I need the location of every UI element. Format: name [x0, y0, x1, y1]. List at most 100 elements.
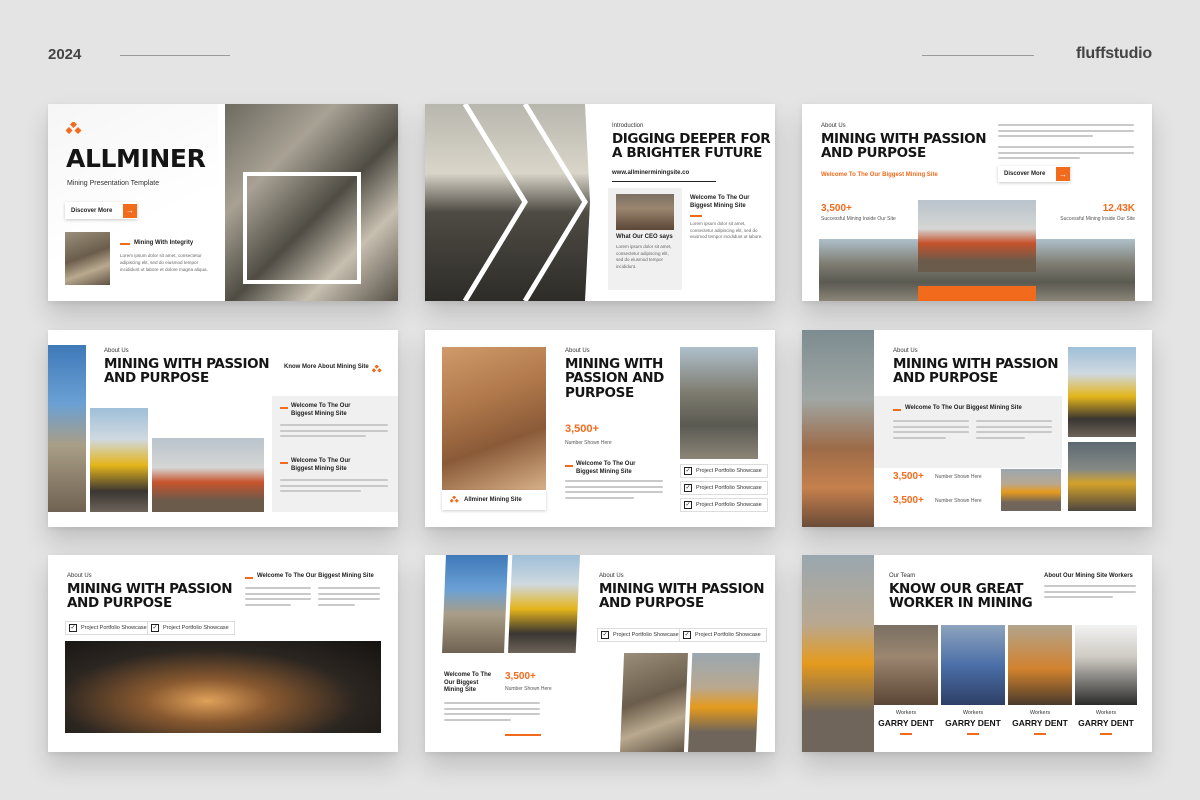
- site-url[interactable]: www.allminerminingsite.co: [612, 170, 689, 176]
- about-title: MINING WITH PASSION AND PURPOSE: [565, 356, 664, 401]
- worker-role: Workers: [1029, 710, 1051, 716]
- item-title: Welcome To The Our Biggest Mining Site: [291, 403, 351, 417]
- excavator-photo: [1001, 469, 1061, 511]
- about-title: MINING WITH PASSION AND PURPOSE: [67, 581, 233, 612]
- checklist-item[interactable]: ✓ Project Portfolio Showcase: [147, 621, 235, 635]
- worker-photo: [941, 625, 1005, 705]
- loader-photo: [688, 653, 760, 752]
- excavator-photo: [620, 653, 688, 752]
- about-title: MINING WITH PASSION AND PURPOSE: [821, 131, 987, 162]
- stat-label: Successful Mining Inside Our Site: [821, 216, 896, 222]
- cover-subtitle: Mining Presentation Template: [67, 180, 160, 187]
- accent-bar: [280, 462, 288, 464]
- paragraph-lines: [245, 587, 311, 609]
- paragraph-lines: [976, 420, 1052, 442]
- worker-name: GARRY DENT: [945, 718, 1001, 728]
- worker-name: GARRY DENT: [1012, 718, 1068, 728]
- stat-label: Number Shown Here: [505, 686, 552, 692]
- welcome-title: Welcome To The Our Biggest Mining Site: [905, 405, 1022, 411]
- paragraph-lines: [565, 480, 663, 502]
- checklist-item[interactable]: ✓ Project Portfolio Showcase: [680, 464, 768, 478]
- eyebrow: About Us: [821, 123, 846, 129]
- worker-role: Workers: [1095, 710, 1117, 716]
- checklist-item[interactable]: ✓ Project Portfolio Showcase: [680, 481, 768, 495]
- worker-photo: [1075, 625, 1137, 705]
- eyebrow: About Us: [67, 573, 92, 579]
- worker-photo: [1008, 625, 1072, 705]
- canyon-photo: [802, 330, 874, 527]
- eyebrow: Introduction: [612, 123, 644, 129]
- excavator-photo: [918, 200, 1036, 272]
- eyebrow: About Us: [104, 348, 129, 354]
- check-icon: ✓: [684, 484, 692, 492]
- slide-team[interactable]: Our Team KNOW OUR GREAT WORKER IN MINING…: [802, 555, 1152, 752]
- accent-bar: [690, 215, 702, 217]
- stat-value: 3,500+: [821, 203, 852, 214]
- tall-mine-photo: [48, 345, 86, 512]
- slide-about-tunnel[interactable]: About Us MINING WITH PASSION AND PURPOSE…: [48, 555, 398, 752]
- welcome-title: Welcome To The Our Biggest Mining Site: [821, 172, 938, 178]
- slide-about-checklist[interactable]: Allminer Mining Site About Us MINING WIT…: [425, 330, 775, 527]
- ceo-photo: [616, 194, 674, 230]
- url-underline: [612, 181, 716, 182]
- orange-block: [918, 286, 1036, 301]
- slide-cover[interactable]: ALLMINER Mining Presentation Template Di…: [48, 104, 398, 301]
- accent-bar: [893, 409, 901, 411]
- stat-label: Number Shown Here: [935, 498, 982, 504]
- stat-value: 3,500+: [505, 671, 536, 682]
- button-label: Discover More: [1004, 171, 1046, 177]
- checklist-item[interactable]: ✓ Project Portfolio Showcase: [597, 628, 685, 642]
- photo-frame: [243, 172, 361, 284]
- wheel-photo: [1068, 442, 1136, 511]
- worker-role: Workers: [895, 710, 917, 716]
- brand-name: fluffstudio: [1076, 45, 1152, 62]
- accent-bar: [967, 733, 979, 735]
- excavator-photo: [65, 232, 110, 285]
- item-title: Welcome To The Our Biggest Mining Site: [291, 458, 351, 472]
- paragraph-lines: [998, 124, 1134, 141]
- checklist-item[interactable]: ✓ Project Portfolio Showcase: [65, 621, 153, 635]
- year-label: 2024: [48, 46, 82, 63]
- accent-bar: [245, 577, 253, 579]
- accent-bar: [1034, 733, 1046, 735]
- know-more-link[interactable]: Know More About Mining Site: [284, 364, 369, 370]
- slide-introduction[interactable]: Introduction DIGGING DEEPER FOR A BRIGHT…: [425, 104, 775, 301]
- header-divider-left: [120, 55, 230, 56]
- diamond-logo-icon: [65, 120, 82, 138]
- diamond-logo-icon: [450, 495, 459, 503]
- dump-truck-photo: [508, 555, 580, 653]
- checklist-item[interactable]: ✓ Project Portfolio Showcase: [680, 498, 768, 512]
- checklist-item[interactable]: ✓ Project Portfolio Showcase: [679, 628, 767, 642]
- excavator-photo: [802, 555, 874, 752]
- discover-more-button[interactable]: Discover More →: [998, 166, 1070, 182]
- button-label: Discover More: [71, 207, 113, 214]
- excavator-photo: [152, 438, 264, 512]
- stat-value: 3,500+: [893, 495, 924, 506]
- stat-value: 3,500+: [893, 471, 924, 482]
- slide-about-gallery[interactable]: About Us MINING WITH PASSION AND PURPOSE…: [425, 555, 775, 752]
- side-title: About Our Mining Site Workers: [1044, 573, 1133, 579]
- site-caption: Allminer Mining Site: [442, 490, 546, 510]
- team-title: KNOW OUR GREAT WORKER IN MINING: [889, 581, 1033, 612]
- slide-about-numbers[interactable]: About Us MINING WITH PASSION AND PURPOSE…: [802, 330, 1152, 527]
- eyebrow: Our Team: [889, 573, 916, 579]
- slide-about-list[interactable]: About Us MINING WITH PASSION AND PURPOSE…: [48, 330, 398, 527]
- paragraph-lines: [318, 587, 380, 609]
- welcome-text: Lorem ipsum dolor sit amet, consectetur …: [690, 221, 763, 239]
- paragraph-lines: [998, 146, 1134, 163]
- worker-name: GARRY DENT: [1078, 718, 1134, 728]
- slide-about-stats[interactable]: About Us MINING WITH PASSION AND PURPOSE…: [802, 104, 1152, 301]
- welcome-title: Welcome To The Our Biggest Mining Site: [257, 573, 374, 579]
- welcome-title: Welcome To The Our Biggest Mining Site: [444, 672, 492, 693]
- about-title: MINING WITH PASSION AND PURPOSE: [104, 356, 270, 387]
- discover-more-button[interactable]: Discover More →: [65, 202, 137, 219]
- quarry-photo: [680, 347, 758, 459]
- eyebrow: About Us: [893, 348, 918, 354]
- stat-label: Number Shown Here: [935, 474, 982, 480]
- worker-name: GARRY DENT: [878, 718, 934, 728]
- welcome-title: Welcome To The Our Biggest Mining Site: [576, 461, 636, 475]
- intro-title: DIGGING DEEPER FOR A BRIGHTER FUTURE: [612, 131, 771, 162]
- accent-bar: [1100, 733, 1112, 735]
- arrow-right-icon: →: [1056, 167, 1070, 181]
- open-pit-photo: [442, 347, 546, 490]
